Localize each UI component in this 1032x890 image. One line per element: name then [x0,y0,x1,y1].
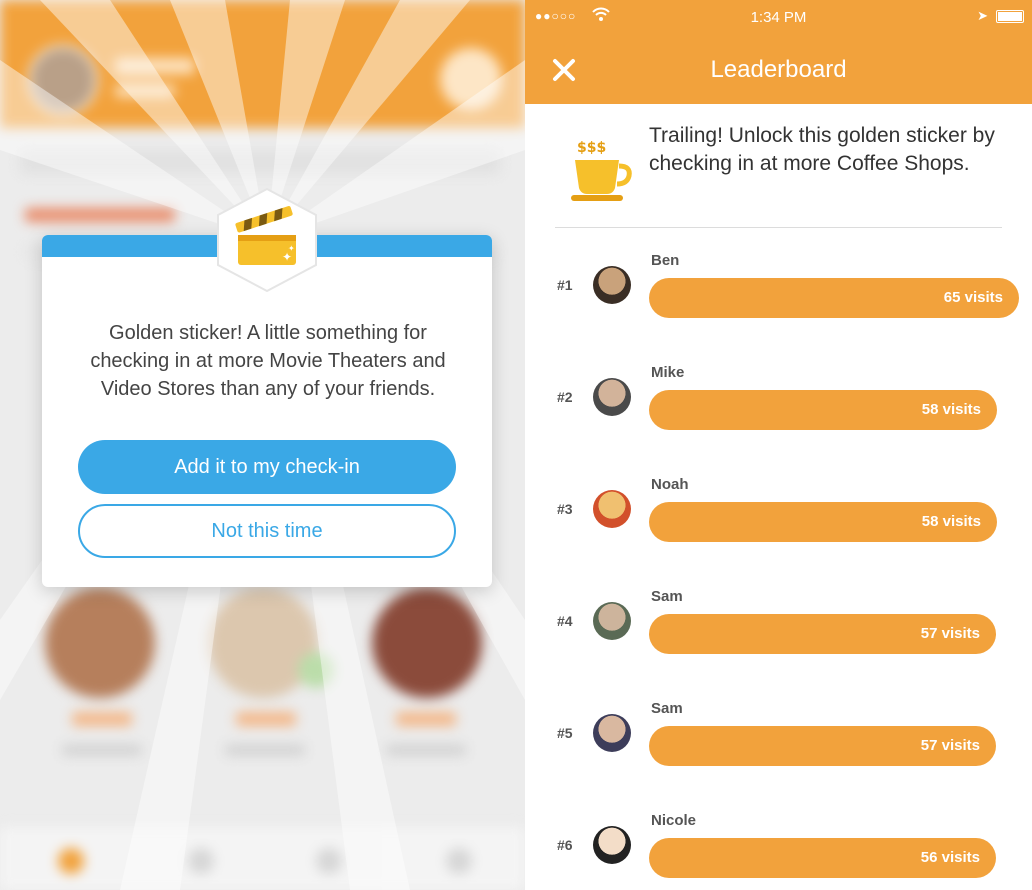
status-bar: ●●○○○ 1:34 PM ➤ [525,0,1032,34]
avatar [593,714,631,752]
rank-label: #6 [557,837,573,853]
clapperboard-icon: ✦ ✦ [217,187,317,293]
rank-label: #3 [557,501,573,517]
visits-label: 56 visits [920,849,980,866]
avatar [593,490,631,528]
leaderboard-screen: ●●○○○ 1:34 PM ➤ Leaderboard $$$ Trailing… [525,0,1032,890]
visits-label: 57 visits [920,737,980,754]
user-name: Nicole [651,812,697,829]
visits-bar: 65 visits [649,278,1019,318]
visits-bar: 58 visits [649,390,997,430]
divider [555,227,1002,228]
coffee-cup-icon: $$$ [571,140,632,201]
visits-bar: 58 visits [649,502,997,542]
avatar [593,266,631,304]
svg-text:$$$: $$$ [577,140,606,156]
leaderboard-row[interactable]: #1 Ben 65 visits [525,252,1032,332]
leaderboard-row[interactable]: #3 Noah 58 visits [525,476,1032,556]
trailing-message: Trailing! Unlock this golden sticker by … [649,124,995,175]
dialog-message: Golden sticker! A little something for c… [90,322,446,400]
nav-bar: Leaderboard [525,34,1032,104]
status-time: 1:34 PM [750,9,807,26]
avatar [593,602,631,640]
leaderboard-row[interactable]: #4 Sam 57 visits [525,588,1032,668]
avatar [593,378,631,416]
battery-icon [996,10,1024,23]
rank-label: #5 [557,725,573,741]
leaderboard-row[interactable]: #2 Mike 58 visits [525,364,1032,444]
leaderboard-row[interactable]: #6 Nicole 56 visits [525,812,1032,890]
user-name: Sam [651,588,683,605]
visits-bar: 56 visits [649,838,996,878]
user-name: Noah [651,476,689,493]
visits-label: 65 visits [943,289,1003,306]
user-name: Sam [651,700,683,717]
leaderboard-row[interactable]: #5 Sam 57 visits [525,700,1032,780]
visits-label: 58 visits [921,401,981,418]
visits-bar: 57 visits [649,726,996,766]
avatar [593,826,631,864]
visits-bar: 57 visits [649,614,996,654]
rank-label: #4 [557,613,573,629]
rank-label: #1 [557,277,573,293]
rank-label: #2 [557,389,573,405]
sticker-unlock-screen: Golden sticker! A little something for c… [0,0,525,890]
page-title: Leaderboard [710,56,847,83]
svg-text:✦: ✦ [288,244,295,253]
user-name: Ben [651,252,680,269]
user-name: Mike [651,364,685,381]
add-to-checkin-button[interactable]: Add it to my check-in [78,440,456,494]
not-this-time-button[interactable]: Not this time [78,504,456,558]
visits-label: 58 visits [921,513,981,530]
visits-label: 57 visits [920,625,980,642]
location-arrow-icon: ➤ [977,8,988,23]
